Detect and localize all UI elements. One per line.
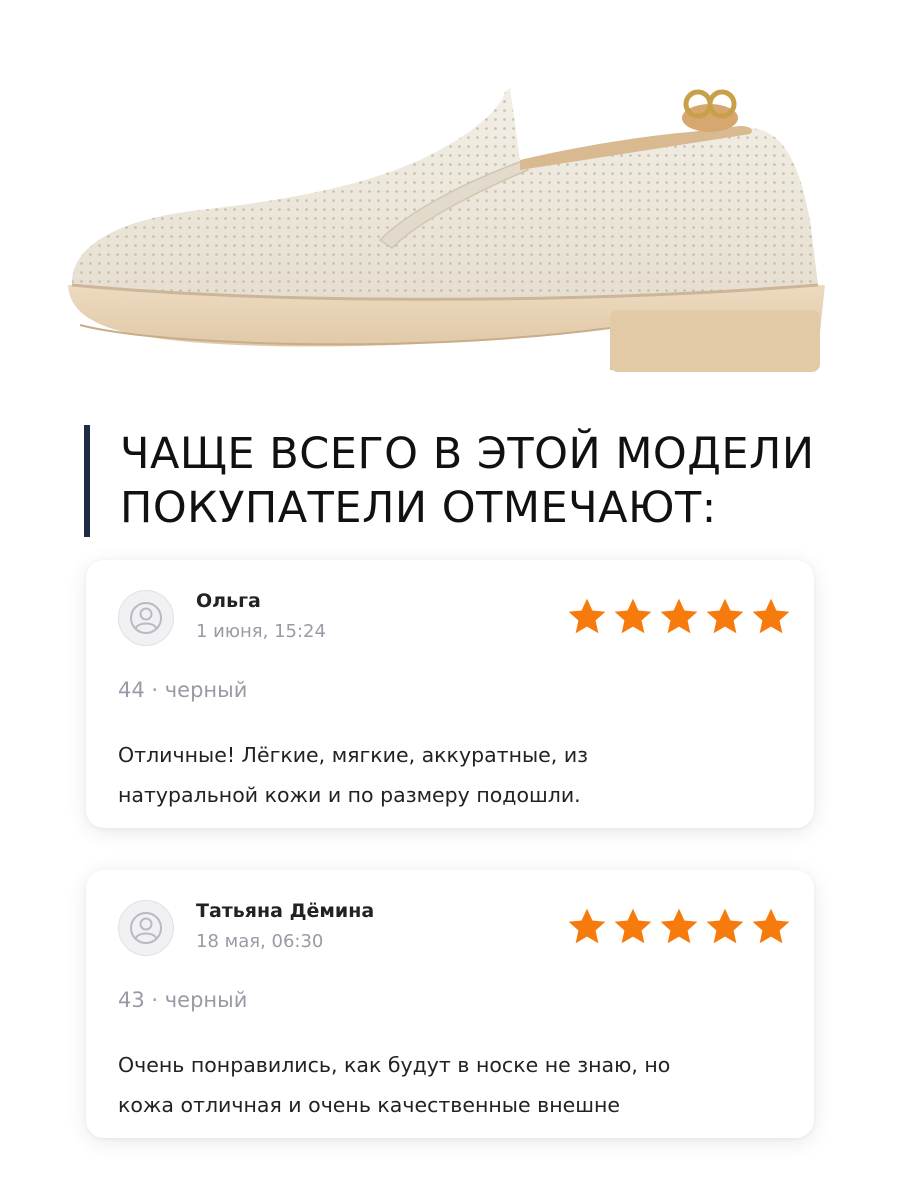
review-variant: 43 · черный <box>118 988 248 1012</box>
user-icon <box>130 912 162 944</box>
product-image <box>50 70 840 390</box>
star-rating <box>566 906 792 948</box>
review-text: Очень понравились, как будут в носке не … <box>118 1045 788 1125</box>
review-date: 1 июня, 15:24 <box>196 621 326 642</box>
star-icon <box>568 908 606 944</box>
heading-accent-bar <box>84 425 90 537</box>
star-icon <box>706 598 744 634</box>
review-text: Отличные! Лёгкие, мягкие, аккуратные, из… <box>118 735 788 815</box>
star-icon <box>660 908 698 944</box>
shoe-illustration <box>68 88 825 372</box>
star-icon <box>568 598 606 634</box>
user-icon <box>130 602 162 634</box>
star-icon <box>614 598 652 634</box>
avatar <box>118 590 174 646</box>
star-icon <box>660 598 698 634</box>
review-text-line: натуральной кожи и по размеру подошли. <box>118 783 581 807</box>
review-variant: 44 · черный <box>118 678 248 702</box>
heading-title: ЧАЩЕ ВСЕГО В ЭТОЙ МОДЕЛИ ПОКУПАТЕЛИ ОТМЕ… <box>120 427 860 535</box>
star-icon <box>752 908 790 944</box>
heading-line-1: ЧАЩЕ ВСЕГО В ЭТОЙ МОДЕЛИ <box>120 429 815 479</box>
star-icon <box>752 598 790 634</box>
review-card: Ольга 1 июня, 15:24 44 · черный Отличные… <box>86 560 814 828</box>
heading-line-2: ПОКУПАТЕЛИ ОТМЕЧАЮТ: <box>120 483 717 533</box>
review-date: 18 мая, 06:30 <box>196 931 324 952</box>
star-icon <box>614 908 652 944</box>
review-text-line: Отличные! Лёгкие, мягкие, аккуратные, из <box>118 743 589 767</box>
reviewer-name: Ольга <box>196 590 261 612</box>
star-icon <box>706 908 744 944</box>
review-text-line: Очень понравились, как будут в носке не … <box>118 1053 671 1077</box>
review-text-line: кожа отличная и очень качественные внешн… <box>118 1093 620 1117</box>
avatar <box>118 900 174 956</box>
star-rating <box>566 596 792 638</box>
reviewer-name: Татьяна Дёмина <box>196 900 375 922</box>
review-card: Татьяна Дёмина 18 мая, 06:30 43 · черный… <box>86 870 814 1138</box>
